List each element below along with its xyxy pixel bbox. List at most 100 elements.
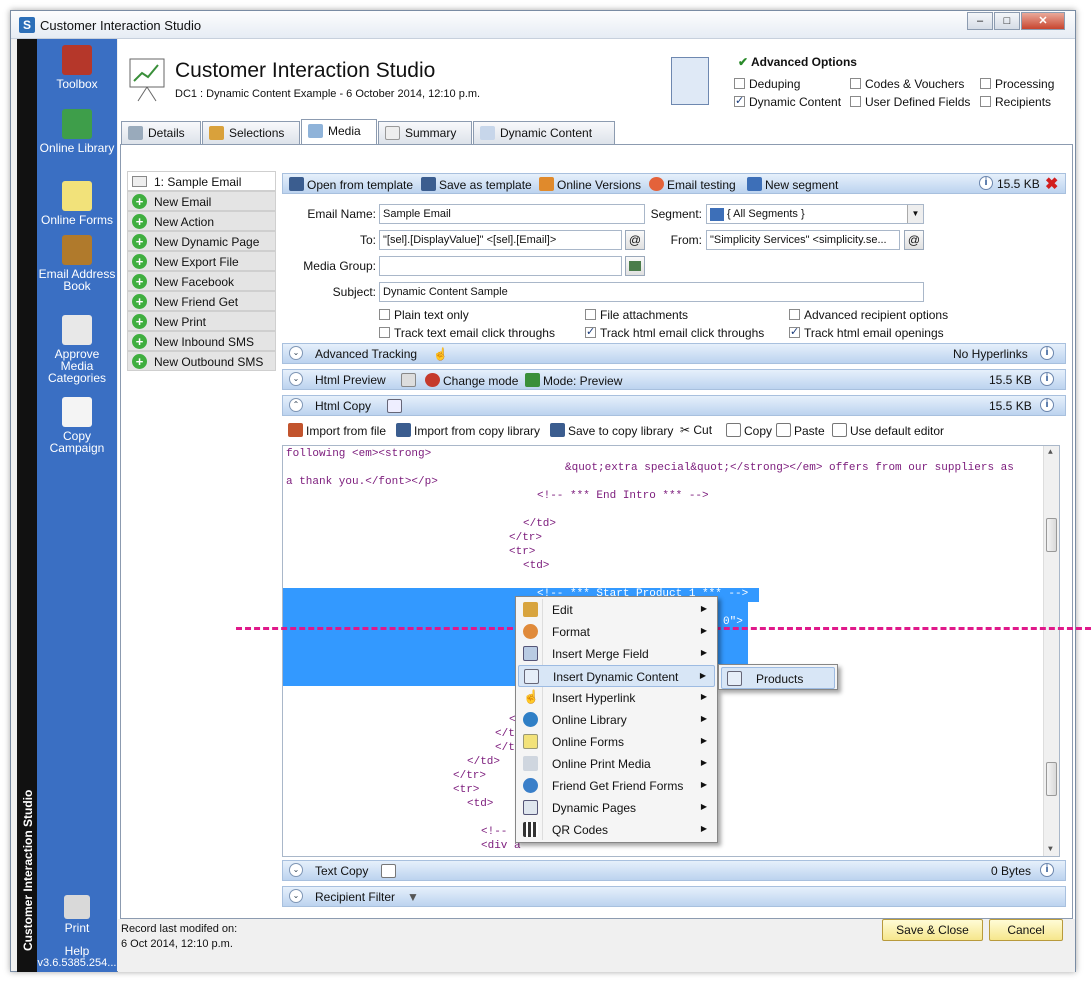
- expand-icon[interactable]: ⌄: [289, 889, 303, 903]
- cancel-button[interactable]: Cancel: [989, 919, 1063, 941]
- checkbox[interactable]: [734, 94, 745, 107]
- menu-item-dynamic-pages[interactable]: Dynamic Pages ▶: [518, 797, 715, 819]
- option-advanced-recipient[interactable]: Advanced recipient options: [789, 308, 948, 322]
- option-processing[interactable]: Processing: [980, 77, 1054, 91]
- option-dynamic-content[interactable]: Dynamic Content: [734, 94, 841, 109]
- scroll-thumb[interactable]: [1046, 518, 1057, 552]
- paste-button[interactable]: Paste: [776, 423, 825, 438]
- menu-item-online-library[interactable]: Online Library ▶: [518, 709, 715, 731]
- option-track-text[interactable]: Track text email click throughs: [379, 326, 555, 340]
- import-library-button[interactable]: Import from copy library: [396, 423, 540, 438]
- checkbox[interactable]: [980, 96, 991, 107]
- subject-field[interactable]: Dynamic Content Sample: [379, 282, 924, 302]
- scroll-up-icon[interactable]: ▲: [1048, 448, 1053, 457]
- html-copy-section[interactable]: ⌃ Html Copy 15.5 KB i: [282, 395, 1066, 416]
- list-item[interactable]: +New Friend Get Friend: [127, 291, 276, 323]
- menu-item-qr-codes[interactable]: QR Codes ▶: [518, 819, 715, 841]
- collapse-icon[interactable]: ⌃: [289, 398, 303, 412]
- text-copy-section[interactable]: ⌄ Text Copy 0 Bytes i: [282, 860, 1066, 881]
- save-close-button[interactable]: Save & Close: [882, 919, 983, 941]
- list-item[interactable]: + New Outbound SMS: [127, 351, 276, 371]
- menu-item-online-forms[interactable]: Online Forms ▶: [518, 731, 715, 753]
- list-item[interactable]: + New Facebook: [127, 271, 276, 291]
- checkbox[interactable]: [789, 309, 800, 320]
- save-template-button[interactable]: Save as template: [421, 177, 532, 192]
- sidebar-item-online-library[interactable]: Online Library: [37, 109, 117, 154]
- expand-icon[interactable]: ⌄: [289, 863, 303, 877]
- from-picker-button[interactable]: @: [904, 230, 924, 250]
- sidebar-item-address-book[interactable]: Email Address Book: [37, 235, 117, 292]
- option-track-openings[interactable]: Track html email openings: [789, 325, 944, 340]
- segment-select[interactable]: { All Segments } ▼: [706, 204, 924, 224]
- info-icon[interactable]: i: [979, 176, 993, 190]
- sidebar-item-print[interactable]: Print: [37, 895, 117, 934]
- delete-icon[interactable]: ✖: [1045, 174, 1058, 194]
- tab-selections[interactable]: Selections: [202, 121, 300, 144]
- chevron-down-icon[interactable]: ▼: [907, 205, 923, 223]
- code-scrollbar[interactable]: ▲ ▼: [1043, 446, 1059, 856]
- scroll-thumb[interactable]: [1046, 762, 1057, 796]
- maximize-button[interactable]: □: [994, 12, 1020, 30]
- media-group-button[interactable]: [625, 256, 645, 276]
- option-codes-vouchers[interactable]: Codes & Vouchers: [850, 77, 964, 91]
- option-deduping[interactable]: Deduping: [734, 77, 800, 91]
- tab-details[interactable]: Details: [121, 121, 201, 144]
- new-segment-button[interactable]: New segment: [747, 177, 838, 192]
- checkbox[interactable]: [980, 78, 991, 89]
- open-template-button[interactable]: Open from template: [289, 177, 413, 192]
- media-group-field[interactable]: [379, 256, 622, 276]
- menu-item-insert-hyperlink[interactable]: ☝ Insert Hyperlink ▶: [518, 687, 715, 709]
- list-item[interactable]: + New Dynamic Page: [127, 231, 276, 251]
- default-editor-button[interactable]: Use default editor: [832, 423, 944, 438]
- sidebar-item-toolbox[interactable]: Toolbox: [37, 45, 117, 90]
- info-icon[interactable]: i: [1040, 372, 1054, 386]
- minimize-button[interactable]: ‒: [967, 12, 993, 30]
- menu-item-format[interactable]: Format ▶: [518, 621, 715, 643]
- save-library-button[interactable]: Save to copy library: [550, 423, 673, 438]
- menu-item-insert-dynamic-content[interactable]: Insert Dynamic Content ▶: [518, 665, 715, 687]
- list-item[interactable]: + New Export File: [127, 251, 276, 271]
- checkbox[interactable]: [585, 325, 596, 338]
- list-item[interactable]: + New Action: [127, 211, 276, 231]
- from-field[interactable]: "Simplicity Services" <simplicity.se...: [706, 230, 900, 250]
- checkbox[interactable]: [379, 309, 390, 320]
- option-recipients[interactable]: Recipients: [980, 95, 1051, 109]
- checkbox[interactable]: [734, 78, 745, 89]
- list-item[interactable]: + New Print: [127, 311, 276, 331]
- option-user-defined-fields[interactable]: User Defined Fields: [850, 95, 970, 109]
- sidebar-item-online-forms[interactable]: Online Forms: [37, 181, 117, 226]
- change-mode-button[interactable]: Change mode: [425, 373, 518, 388]
- import-file-button[interactable]: Import from file: [288, 423, 386, 438]
- info-icon[interactable]: i: [1040, 346, 1054, 360]
- menu-item-products[interactable]: Products: [721, 667, 835, 689]
- scroll-down-icon[interactable]: ▼: [1048, 845, 1053, 854]
- menu-item-edit[interactable]: Edit ▶: [518, 599, 715, 621]
- info-icon[interactable]: i: [1040, 398, 1054, 412]
- tab-media[interactable]: Media: [301, 119, 377, 144]
- checkbox[interactable]: [850, 96, 861, 107]
- html-preview-section[interactable]: ⌄ Html Preview Change mode Mode: Preview…: [282, 369, 1066, 390]
- to-field[interactable]: "[sel].[DisplayValue]" <[sel].[Email]>: [379, 230, 622, 250]
- list-item[interactable]: + New Email: [127, 191, 276, 211]
- info-icon[interactable]: i: [1040, 863, 1054, 877]
- sidebar-item-copy-campaign[interactable]: Copy Campaign: [37, 397, 117, 454]
- menu-item-online-print-media[interactable]: Online Print Media ▶: [518, 753, 715, 775]
- advanced-tracking-section[interactable]: ⌄ Advanced Tracking ☝ No Hyperlinks i: [282, 343, 1066, 364]
- menu-item-friend-get-friend[interactable]: Friend Get Friend Forms ▶: [518, 775, 715, 797]
- copy-button[interactable]: Copy: [726, 423, 772, 438]
- online-versions-button[interactable]: Online Versions: [539, 177, 641, 192]
- close-button[interactable]: ✕: [1021, 12, 1065, 30]
- checkbox[interactable]: [379, 327, 390, 338]
- option-track-html[interactable]: Track html email click throughs: [585, 325, 764, 340]
- list-item[interactable]: + New Inbound SMS: [127, 331, 276, 351]
- email-testing-button[interactable]: Email testing: [649, 177, 736, 192]
- checkbox[interactable]: [789, 325, 800, 338]
- tab-dynamic-content[interactable]: Dynamic Content: [473, 121, 615, 144]
- tab-summary[interactable]: Summary: [378, 121, 472, 144]
- recipient-filter-section[interactable]: ⌄ Recipient Filter ▼: [282, 886, 1066, 907]
- list-item[interactable]: 1: Sample Email: [127, 171, 276, 191]
- sidebar-item-approve-media[interactable]: Approve Media Categories: [37, 315, 117, 384]
- option-plain-text[interactable]: Plain text only: [379, 308, 469, 322]
- checkbox[interactable]: [585, 309, 596, 320]
- sidebar-item-help[interactable]: Help: [37, 945, 117, 957]
